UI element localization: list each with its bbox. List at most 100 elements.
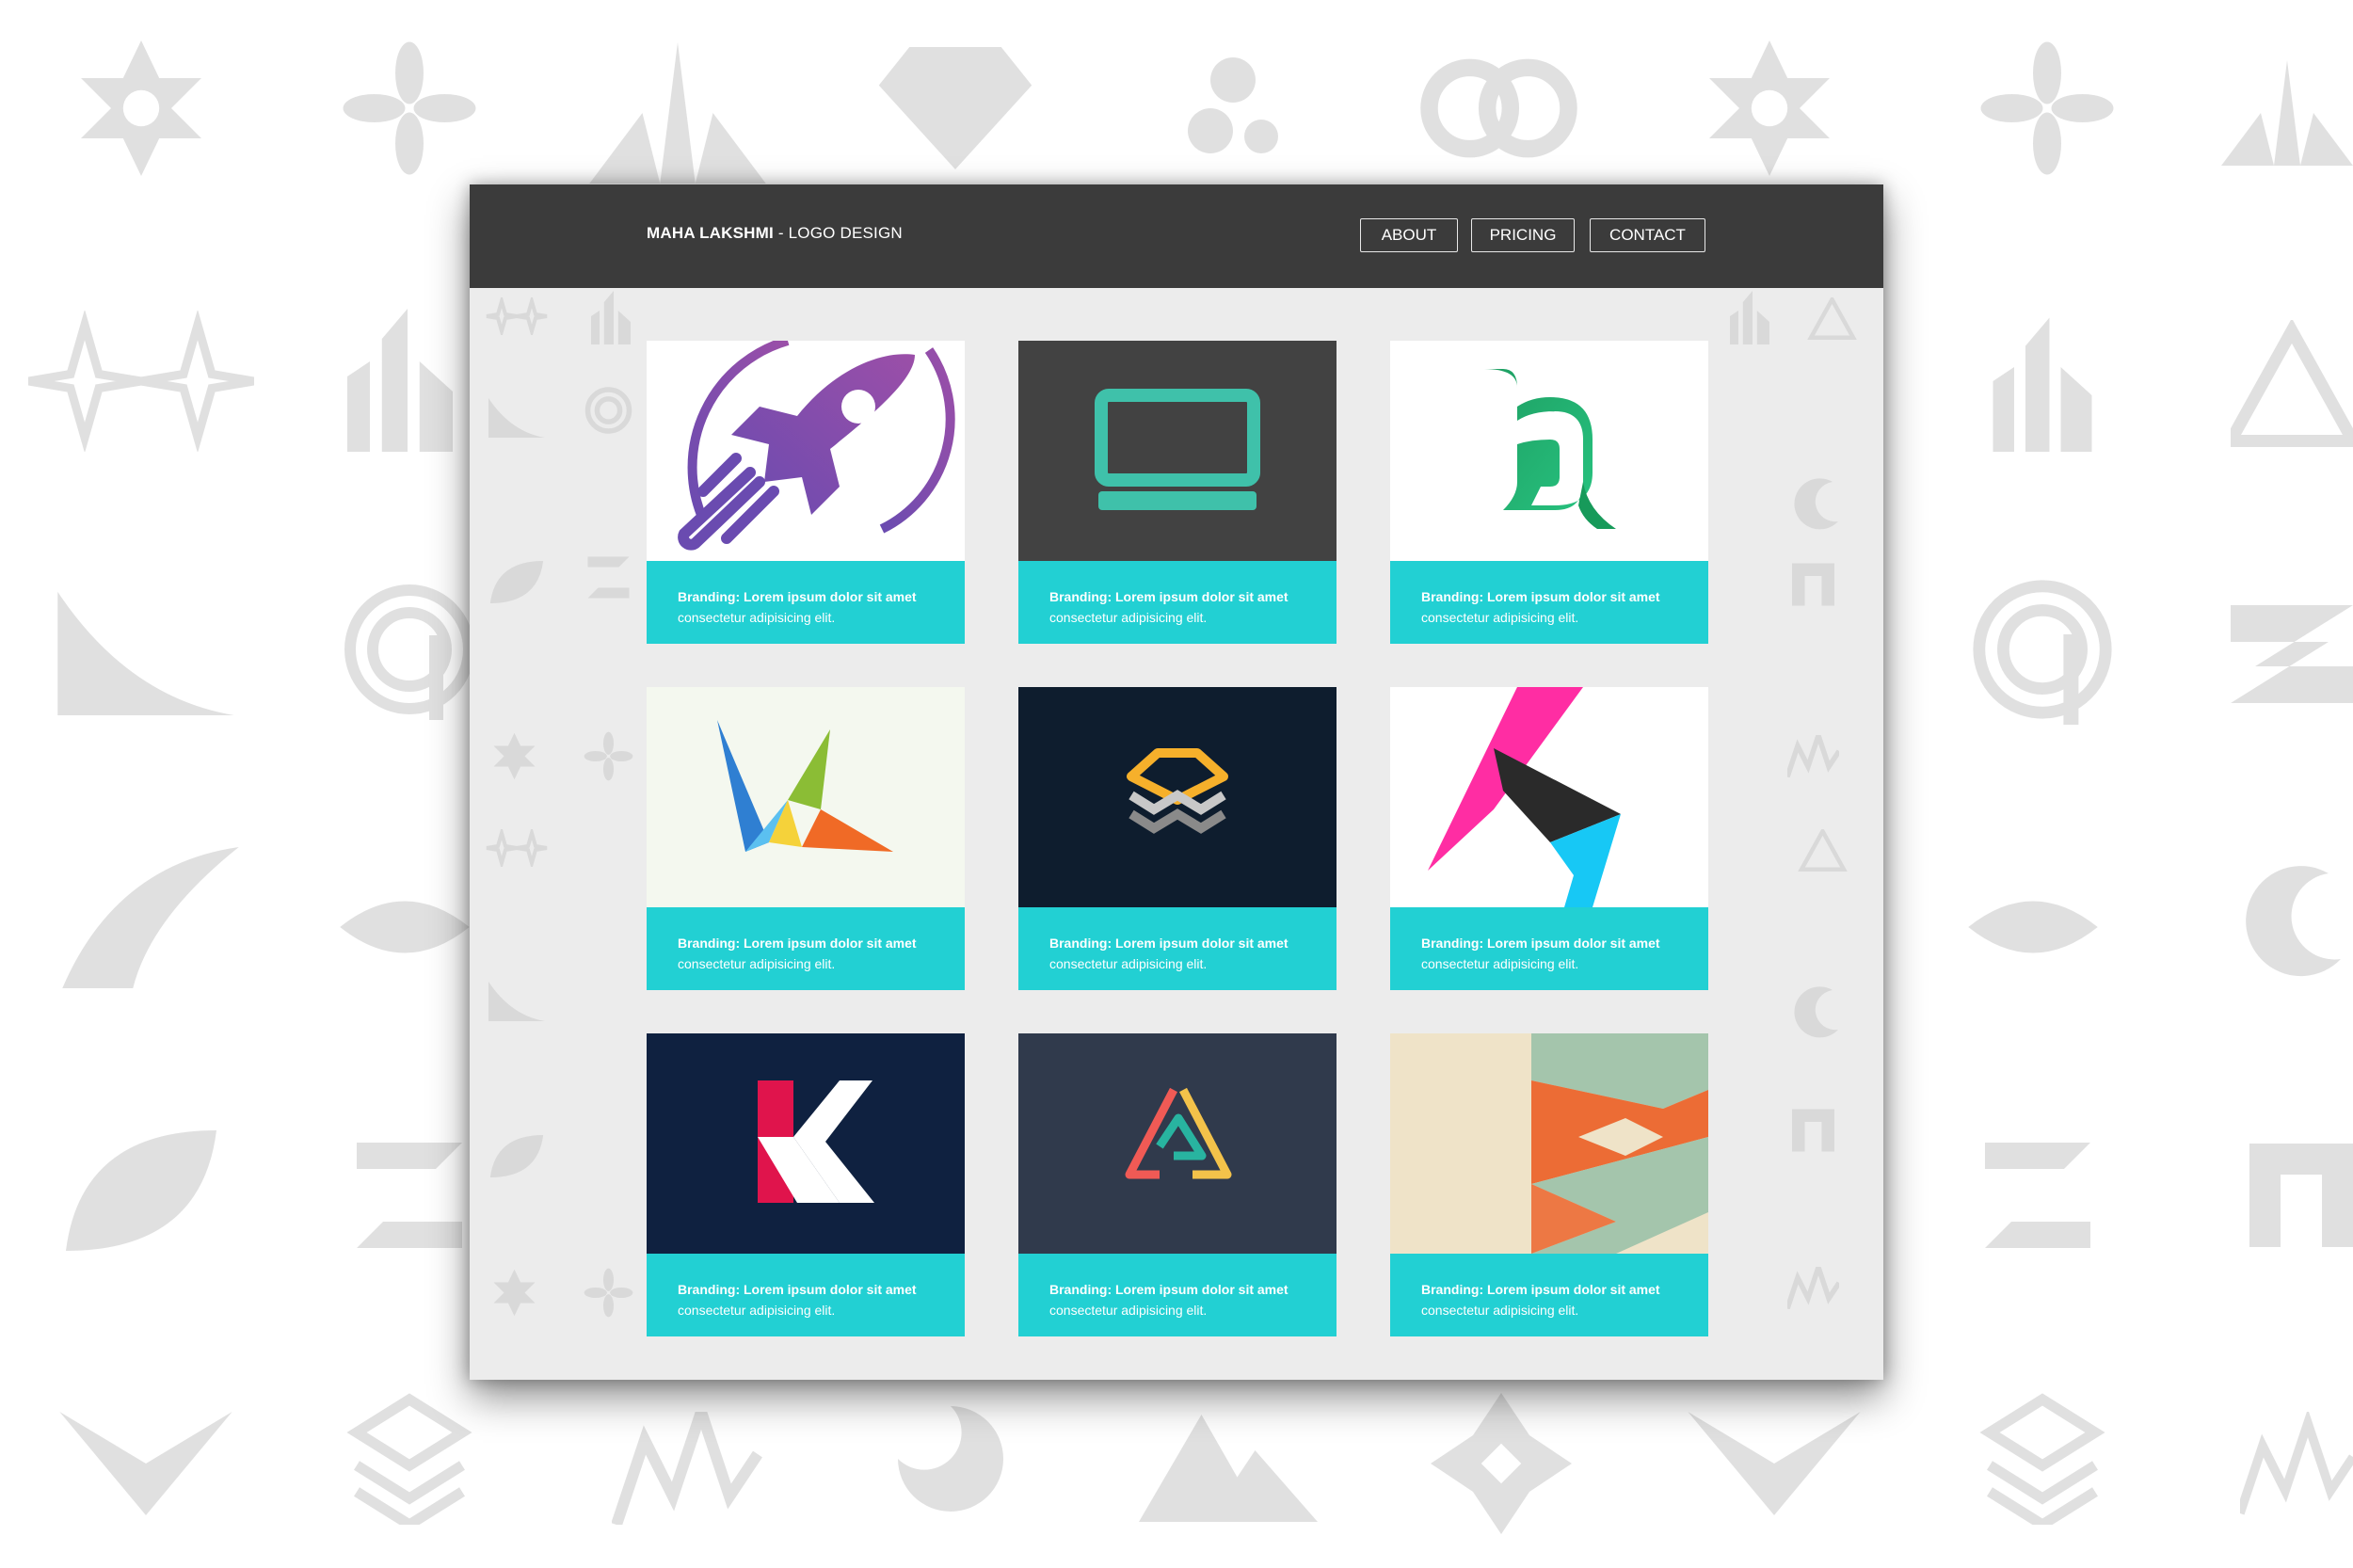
leaf-mark-icon — [489, 1135, 544, 1177]
stars-mark-icon — [28, 311, 254, 452]
swoosh-mark-icon — [57, 591, 234, 715]
spiral-mark-icon — [1973, 580, 2112, 725]
card-caption: Branding: Lorem ipsum dolor sit amet con… — [678, 586, 955, 628]
card-title: Branding: Lorem ipsum dolor sit amet — [1421, 1282, 1660, 1297]
swirl-mark-icon — [1188, 57, 1278, 153]
layers-mark-icon — [1979, 1393, 2105, 1525]
crescent-mark-icon — [1794, 478, 1838, 530]
letter-h-logo-icon — [1390, 687, 1708, 907]
petal-mark-icon — [584, 1268, 633, 1318]
brand-suffix: - LOGO DESIGN — [773, 224, 903, 242]
zigzag-mark-icon — [2231, 605, 2353, 703]
card-text: consectetur adipisicing elit. — [678, 956, 836, 971]
arch-mark-icon — [1792, 563, 1834, 606]
card-text: consectetur adipisicing elit. — [1049, 610, 1208, 625]
geometric-hex-logo-icon — [1390, 1033, 1708, 1254]
portfolio-card[interactable]: Branding: Lorem ipsum dolor sit amet con… — [1018, 687, 1337, 990]
card-caption: Branding: Lorem ipsum dolor sit amet con… — [1421, 1279, 1699, 1320]
card-caption: Branding: Lorem ipsum dolor sit amet con… — [1049, 1279, 1327, 1320]
zigzag-peak-mark-icon — [612, 1412, 762, 1525]
portfolio-card[interactable]: Branding: Lorem ipsum dolor sit amet con… — [647, 341, 965, 644]
towers-mark-icon — [1730, 291, 1769, 344]
leaf-mark-icon — [489, 561, 544, 603]
card-thumbnail — [647, 687, 965, 907]
swoosh-mark-icon — [1968, 901, 2098, 953]
letter-k-logo-icon — [647, 1033, 965, 1254]
portfolio-card[interactable]: Branding: Lorem ipsum dolor sit amet con… — [1390, 687, 1708, 990]
card-caption: Branding: Lorem ipsum dolor sit amet con… — [678, 933, 955, 974]
spiral-mark-icon — [584, 387, 632, 434]
card-title: Branding: Lorem ipsum dolor sit amet — [1421, 589, 1660, 604]
petal-mark-icon — [1980, 41, 2114, 175]
portfolio-card[interactable]: Branding: Lorem ipsum dolor sit amet con… — [647, 1033, 965, 1336]
triangle-mark-icon — [1807, 297, 1857, 340]
card-thumbnail — [647, 341, 965, 561]
layers-logo-icon — [1018, 687, 1337, 907]
crescent-mark-icon — [1794, 986, 1838, 1038]
flower-mark-icon — [493, 732, 536, 780]
arch-mark-icon — [2249, 1144, 2353, 1247]
stars-mark-icon — [486, 297, 548, 335]
card-title: Branding: Lorem ipsum dolor sit amet — [1049, 1282, 1289, 1297]
spiral-mark-icon — [344, 584, 474, 720]
letter-z-mark-icon — [1985, 1143, 2090, 1248]
card-caption: Branding: Lorem ipsum dolor sit amet con… — [678, 1279, 955, 1320]
card-thumbnail — [647, 1033, 965, 1254]
wing-mark-icon — [62, 847, 239, 988]
towers-mark-icon — [1993, 317, 2092, 452]
swoosh-mark-icon — [488, 982, 545, 1021]
card-title: Branding: Lorem ipsum dolor sit amet — [1421, 936, 1660, 951]
swirl-mark-icon — [898, 1406, 1003, 1512]
zigzag-peak-mark-icon — [2240, 1412, 2353, 1515]
nav-contact-button[interactable]: CONTACT — [1590, 218, 1705, 252]
card-text: consectetur adipisicing elit. — [1421, 610, 1579, 625]
card-title: Branding: Lorem ipsum dolor sit amet — [678, 936, 917, 951]
flower-mark-icon — [81, 40, 201, 176]
zigzag-peak-mark-icon — [1787, 735, 1839, 777]
card-text: consectetur adipisicing elit. — [1049, 956, 1208, 971]
flower-mark-icon — [1709, 40, 1830, 176]
portfolio-card[interactable]: Branding: Lorem ipsum dolor sit amet con… — [647, 687, 965, 990]
chevron-mark-icon — [59, 1412, 232, 1515]
swoosh-mark-icon — [488, 398, 545, 438]
petal-mark-icon — [343, 41, 476, 175]
card-caption: Branding: Lorem ipsum dolor sit amet con… — [1421, 933, 1699, 974]
leaf-mark-icon — [66, 1130, 216, 1251]
card-caption: Branding: Lorem ipsum dolor sit amet con… — [1421, 586, 1699, 628]
spikes-mark-icon — [589, 42, 766, 184]
card-thumbnail — [1018, 687, 1337, 907]
triangle-logo-icon — [1018, 1033, 1337, 1254]
portfolio-card[interactable]: Branding: Lorem ipsum dolor sit amet con… — [1390, 341, 1708, 644]
card-text: consectetur adipisicing elit. — [678, 610, 836, 625]
site-brand[interactable]: MAHA LAKSHMI - LOGO DESIGN — [647, 224, 903, 243]
laptop-logo-icon — [1018, 341, 1337, 561]
card-thumbnail — [1390, 687, 1708, 907]
letter-z-mark-icon — [357, 1143, 462, 1248]
diamond-mark-icon — [878, 47, 1032, 169]
zigzag-peak-mark-icon — [1787, 1267, 1839, 1309]
arch-mark-icon — [1792, 1109, 1834, 1152]
card-text: consectetur adipisicing elit. — [1049, 1303, 1208, 1318]
rocket-logo-icon — [647, 341, 965, 561]
card-thumbnail — [1390, 341, 1708, 561]
portfolio-card[interactable]: Branding: Lorem ipsum dolor sit amet con… — [1018, 1033, 1337, 1336]
stars-mark-icon — [486, 829, 548, 867]
flower-mark-icon — [493, 1269, 536, 1317]
layers-mark-icon — [346, 1393, 472, 1525]
towers-mark-icon — [591, 291, 631, 344]
diamond-star-mark-icon — [1431, 1393, 1572, 1534]
card-text: consectetur adipisicing elit. — [1421, 956, 1579, 971]
card-caption: Branding: Lorem ipsum dolor sit amet con… — [1049, 586, 1327, 628]
portfolio-card[interactable]: Branding: Lorem ipsum dolor sit amet con… — [1018, 341, 1337, 644]
petal-mark-icon — [584, 731, 633, 781]
card-title: Branding: Lorem ipsum dolor sit amet — [678, 589, 917, 604]
portfolio-card[interactable]: Branding: Lorem ipsum dolor sit amet con… — [1390, 1033, 1708, 1336]
nav-about-button[interactable]: ABOUT — [1360, 218, 1458, 252]
nav-pricing-button[interactable]: PRICING — [1471, 218, 1575, 252]
bird-v-logo-icon — [647, 687, 965, 907]
letter-b-logo-icon — [1390, 341, 1708, 561]
swoosh-mark-icon — [340, 901, 470, 953]
link-mark-icon — [1420, 58, 1577, 158]
card-title: Branding: Lorem ipsum dolor sit amet — [1049, 589, 1289, 604]
card-thumbnail — [1018, 1033, 1337, 1254]
